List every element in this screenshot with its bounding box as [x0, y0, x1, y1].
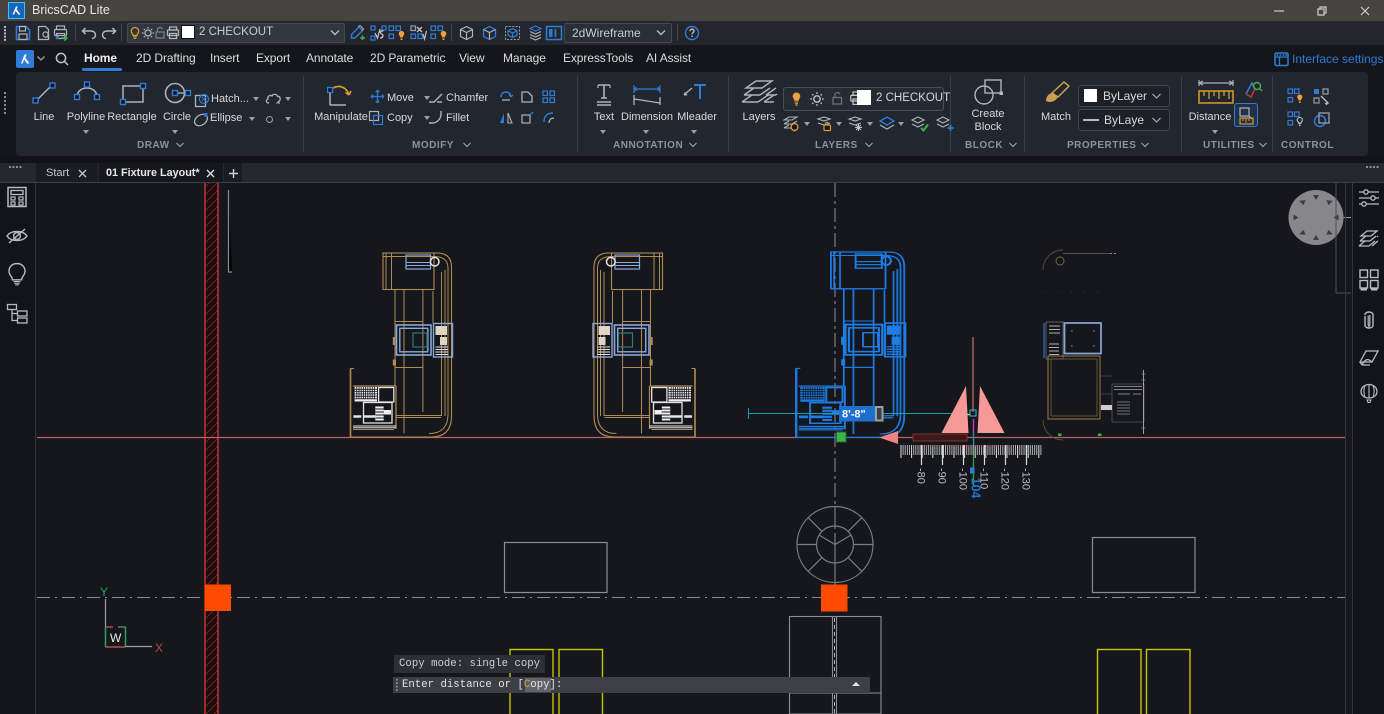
svg-text:-130: -130 — [1020, 468, 1032, 490]
svg-text:W: W — [110, 631, 122, 645]
svg-text:-80: -80 — [915, 468, 927, 484]
svg-text:-90: -90 — [936, 468, 948, 484]
svg-text:X: X — [155, 641, 163, 655]
svg-text:104: 104 — [969, 478, 983, 499]
svg-text:-120: -120 — [999, 468, 1011, 490]
svg-text:-100: -100 — [957, 468, 969, 490]
svg-text:8'-8": 8'-8" — [842, 409, 866, 421]
svg-text:Y: Y — [100, 585, 108, 599]
